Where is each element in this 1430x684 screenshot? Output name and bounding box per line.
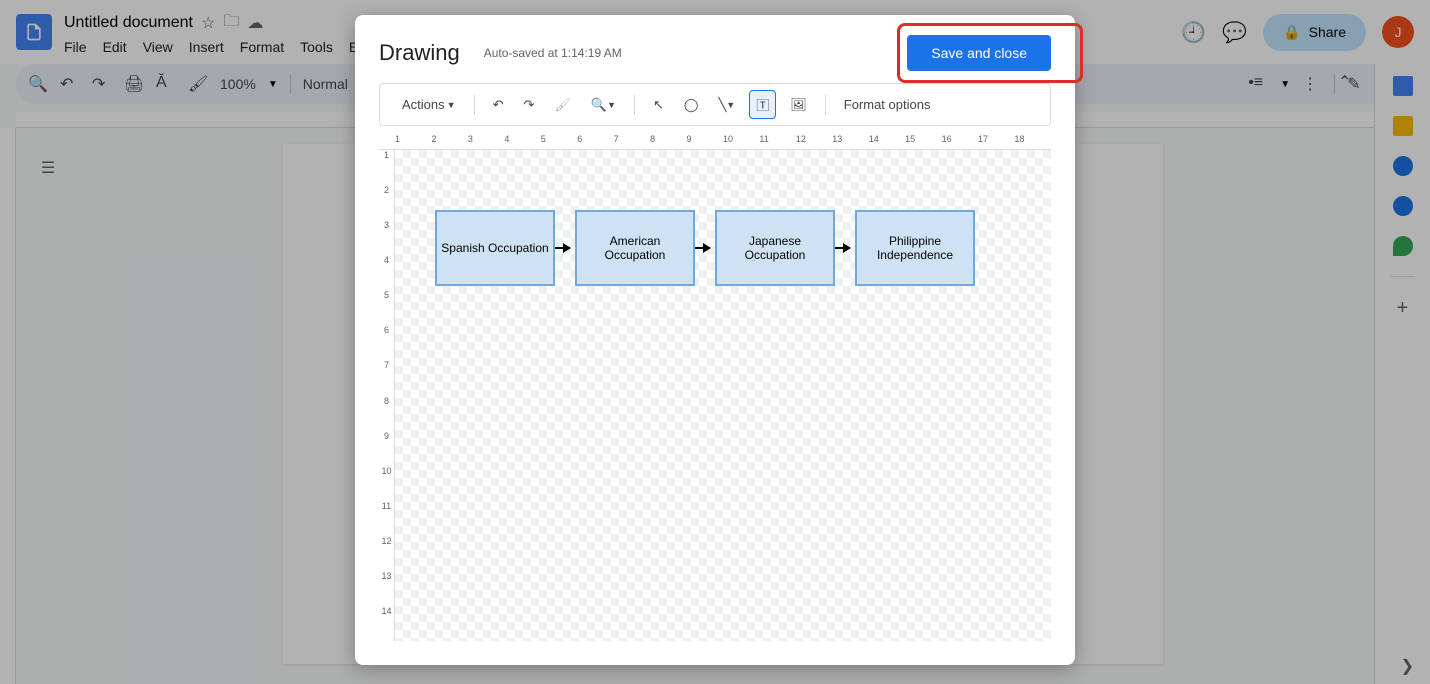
modal-header: Drawing Auto-saved at 1:14:19 AM Save an… (355, 15, 1075, 83)
flowchart-box[interactable]: Philippine Independence (855, 210, 975, 286)
separator (825, 95, 826, 115)
flowchart-arrow[interactable] (695, 247, 710, 249)
flowchart-box[interactable]: American Occupation (575, 210, 695, 286)
canvas-ruler-h[interactable]: 123456789101112131415161718 (379, 134, 1051, 150)
separator (474, 95, 475, 115)
line-tool-icon[interactable]: ╲ ▼ (712, 93, 741, 117)
drawing-modal: Drawing Auto-saved at 1:14:19 AM Save an… (355, 15, 1075, 665)
flowchart-box[interactable]: Spanish Occupation (435, 210, 555, 286)
drawing-canvas[interactable]: Spanish Occupation American Occupation J… (395, 150, 1051, 641)
modal-title: Drawing (379, 40, 460, 66)
canvas-ruler-v[interactable]: 1234567891011121314 (379, 150, 395, 641)
flowchart-box[interactable]: Japanese Occupation (715, 210, 835, 286)
image-icon[interactable]: 🖼 (784, 93, 813, 117)
text-box-icon[interactable]: 🅃 (749, 90, 776, 119)
flowchart-arrow[interactable] (555, 247, 570, 249)
zoom-icon[interactable]: 🔍 ▼ (585, 93, 622, 117)
format-options-button[interactable]: Format options (838, 93, 937, 116)
modal-overlay: Drawing Auto-saved at 1:14:19 AM Save an… (0, 0, 1430, 684)
separator (634, 95, 635, 115)
redo-icon[interactable]: ↷ (517, 93, 540, 117)
drawing-toolbar: Actions ▼ ↶ ↷ 🖌 🔍 ▼ ↖ ◯ ╲ ▼ 🅃 🖼 Format o… (379, 83, 1051, 126)
shape-tool-icon[interactable]: ◯ (678, 93, 705, 117)
actions-menu[interactable]: Actions ▼ (396, 93, 462, 116)
select-tool-icon[interactable]: ↖ (647, 93, 670, 117)
paint-format-icon[interactable]: 🖌 (548, 93, 577, 117)
save-and-close-button[interactable]: Save and close (907, 35, 1051, 71)
canvas-wrap: 123456789101112131415161718 123456789101… (379, 134, 1051, 641)
undo-icon[interactable]: ↶ (487, 93, 510, 117)
flowchart-arrow[interactable] (835, 247, 850, 249)
autosave-text: Auto-saved at 1:14:19 AM (484, 46, 622, 60)
canvas-body: 1234567891011121314 Spanish Occupation A… (379, 150, 1051, 641)
